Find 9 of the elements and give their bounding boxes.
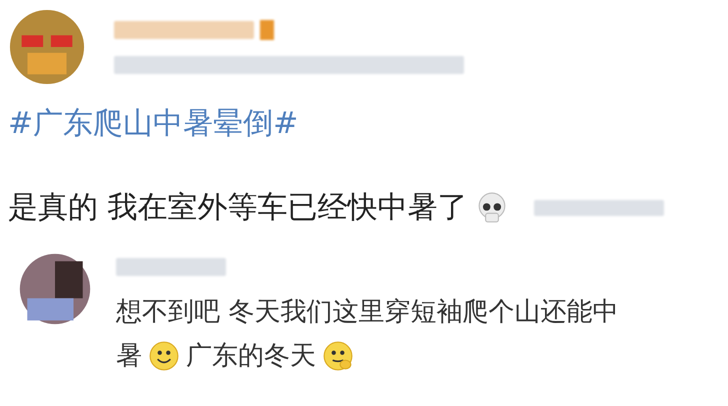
avatar[interactable] <box>18 252 92 326</box>
post-text: 是真的 我在室外等车已经快中暑了 <box>8 189 468 227</box>
hashtag[interactable]: #广东爬山中暑晕倒# <box>8 104 728 144</box>
comment-text: 广东的冬天 <box>186 340 316 373</box>
smiley-icon <box>148 340 180 372</box>
comment-text: 暑 <box>116 340 142 373</box>
comment-text: 想不到吧 冬天我们这里穿短袖爬个山还能中 <box>116 296 618 329</box>
smiley-icon <box>322 340 354 372</box>
skull-icon <box>476 192 508 224</box>
